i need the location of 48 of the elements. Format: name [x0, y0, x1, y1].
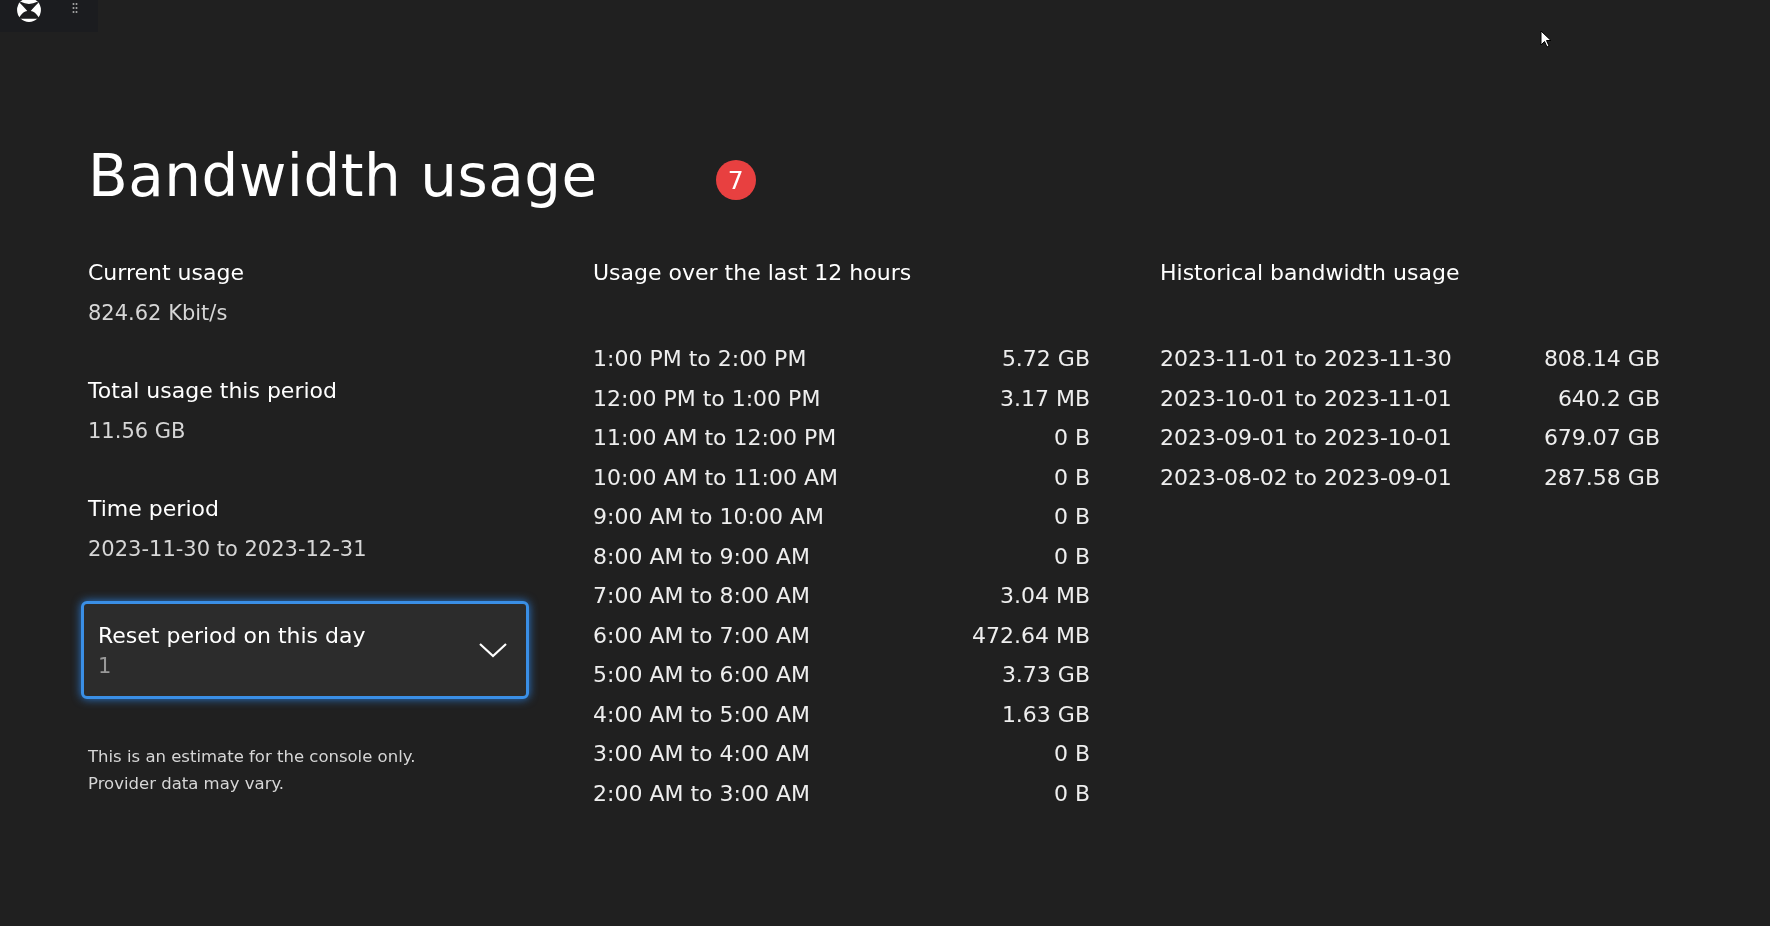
usage-amount: 472.64 MB [970, 621, 1090, 650]
logo-icon[interactable] [16, 0, 42, 23]
section-heading: Usage over the last 12 hours [593, 260, 913, 285]
stat-value: 824.62 Kbit/s [88, 301, 229, 325]
date-range: 2023-08-02 to 2023-09-01 [1160, 463, 1453, 492]
hour-range: 4:00 AM to 5:00 AM [593, 700, 811, 729]
section-heading: Historical bandwidth usage [1160, 260, 1461, 285]
hour-range: 3:00 AM to 4:00 AM [593, 740, 811, 768]
hour-range: 5:00 AM to 6:00 AM [593, 661, 811, 689]
hour-range: 6:00 AM to 7:00 AM [593, 621, 811, 650]
hour-range: 2:00 AM to 3:00 AM [593, 779, 811, 808]
grip-icon [72, 2, 78, 14]
date-range: 2023-11-01 to 2023-11-30 [1160, 345, 1453, 373]
usage-amount: 3.17 MB [998, 384, 1090, 413]
usage-amount: 1.63 GB [1000, 700, 1090, 729]
usage-amount: 3.04 MB [998, 582, 1090, 610]
usage-amount: 0 B [1052, 779, 1090, 808]
hour-range: 7:00 AM to 8:00 AM [593, 582, 811, 610]
usage-amount: 287.58 GB [1542, 463, 1660, 492]
stat-value: 2023-11-30 to 2023-12-31 [88, 537, 368, 561]
stat-label: Current usage [88, 260, 245, 285]
hour-range: 8:00 AM to 9:00 AM [593, 542, 811, 571]
date-range: 2023-09-01 to 2023-10-01 [1160, 424, 1453, 452]
page-title: Bandwidth usage [88, 142, 598, 210]
chevron-down-icon [478, 642, 508, 658]
hour-range: 9:00 AM to 10:00 AM [593, 503, 825, 531]
reset-day-dropdown[interactable]: Reset period on this day 1 [81, 601, 529, 699]
usage-amount: 0 B [1052, 424, 1090, 452]
usage-amount: 0 B [1052, 740, 1090, 768]
hour-range: 12:00 PM to 1:00 PM [593, 384, 822, 413]
usage-amount: 808.14 GB [1542, 345, 1660, 373]
usage-amount: 640.2 GB [1556, 384, 1660, 413]
hour-range: 10:00 AM to 11:00 AM [593, 463, 839, 492]
pointer-icon [1540, 30, 1552, 48]
usage-amount: 3.73 GB [1000, 661, 1090, 689]
date-range: 2023-10-01 to 2023-11-01 [1160, 384, 1453, 413]
usage-amount: 0 B [1052, 542, 1090, 571]
hour-range: 11:00 AM to 12:00 PM [593, 424, 838, 452]
hour-range: 1:00 PM to 2:00 PM [593, 345, 808, 373]
stat-value: 11.56 GB [88, 419, 187, 443]
usage-amount: 679.07 GB [1542, 424, 1660, 452]
usage-amount: 5.72 GB [1000, 345, 1090, 373]
stat-label: Time period [88, 496, 220, 521]
step-badge: 7 [715, 160, 756, 200]
usage-amount: 0 B [1052, 503, 1090, 531]
usage-amount: 0 B [1052, 463, 1090, 492]
disclaimer-text: This is an estimate for the console only. Provider data may vary. [88, 746, 417, 795]
stat-label: Total usage this period [88, 378, 338, 403]
